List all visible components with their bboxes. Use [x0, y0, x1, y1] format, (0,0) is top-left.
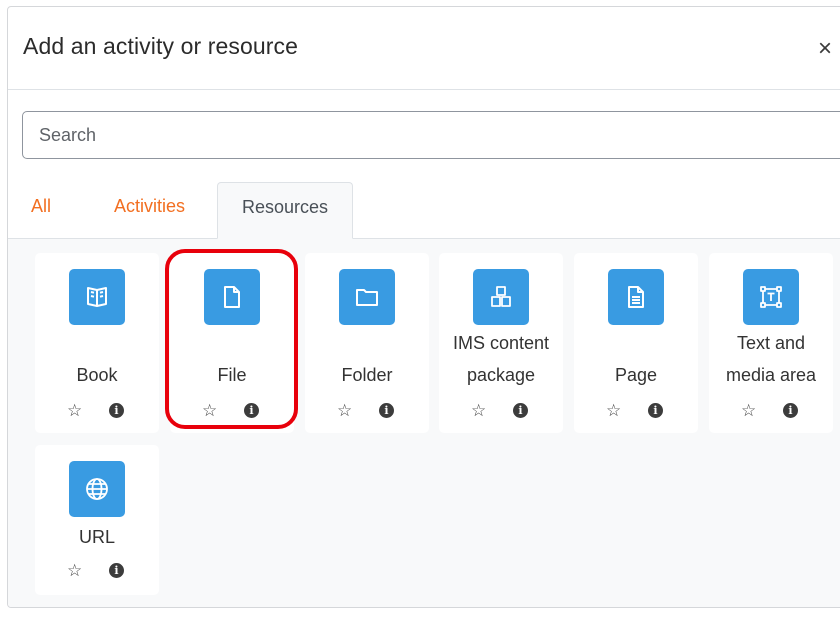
- info-icon[interactable]: i: [513, 403, 528, 418]
- activity-chooser-dialog: Add an activity or resource × All Activi…: [7, 6, 840, 608]
- star-icon[interactable]: ☆: [337, 401, 352, 421]
- resource-label: Folder: [341, 365, 393, 385]
- folder-icon: [339, 269, 395, 325]
- card-actions: ☆ i: [305, 401, 429, 421]
- star-icon[interactable]: ☆: [202, 401, 217, 421]
- resource-label-line2: media area: [725, 365, 817, 385]
- resource-card-ims-content-package[interactable]: IMS content package ☆ i: [439, 253, 563, 433]
- card-actions: ☆ i: [709, 401, 833, 421]
- resource-card-folder[interactable]: Folder ☆ i: [305, 253, 429, 433]
- close-button[interactable]: ×: [818, 37, 832, 61]
- resource-label-line1: IMS content: [452, 333, 550, 353]
- resource-card-url[interactable]: URL ☆ i: [35, 445, 159, 595]
- dialog-body: All Activities Resources Book ☆ i: [8, 90, 840, 607]
- search-input[interactable]: [22, 111, 840, 159]
- tab-bar: All Activities Resources: [8, 182, 840, 239]
- resource-label-line2: package: [466, 365, 536, 385]
- package-icon: [473, 269, 529, 325]
- tab-activities[interactable]: Activities: [114, 196, 185, 217]
- resource-label: URL: [78, 527, 115, 547]
- dialog-title: Add an activity or resource: [23, 33, 298, 59]
- resource-label: Page: [614, 365, 658, 385]
- resource-card-page[interactable]: Page ☆ i: [574, 253, 698, 433]
- text-media-icon: [743, 269, 799, 325]
- star-icon[interactable]: ☆: [67, 401, 82, 421]
- resource-card-file[interactable]: File ☆ i: [170, 253, 294, 433]
- info-icon[interactable]: i: [109, 403, 124, 418]
- info-icon[interactable]: i: [783, 403, 798, 418]
- star-icon[interactable]: ☆: [67, 561, 82, 581]
- info-icon[interactable]: i: [648, 403, 663, 418]
- star-icon[interactable]: ☆: [606, 401, 621, 421]
- info-icon[interactable]: i: [109, 563, 124, 578]
- tab-resources[interactable]: Resources: [217, 182, 353, 239]
- resource-card-text-and-media-area[interactable]: Text and media area ☆ i: [709, 253, 833, 433]
- card-actions: ☆ i: [439, 401, 563, 421]
- resource-label: File: [217, 365, 247, 385]
- card-actions: ☆ i: [574, 401, 698, 421]
- file-icon: [204, 269, 260, 325]
- card-actions: ☆ i: [35, 561, 159, 581]
- resource-label-line1: Text and: [736, 333, 806, 353]
- card-actions: ☆ i: [35, 401, 159, 421]
- resource-card-book[interactable]: Book ☆ i: [35, 253, 159, 433]
- globe-icon: [69, 461, 125, 517]
- star-icon[interactable]: ☆: [471, 401, 486, 421]
- page-icon: [608, 269, 664, 325]
- resource-grid: Book ☆ i File ☆ i Folder ☆ i IMS content…: [8, 239, 840, 607]
- dialog-header: Add an activity or resource ×: [8, 7, 840, 90]
- info-icon[interactable]: i: [379, 403, 394, 418]
- resource-label: Book: [76, 365, 118, 385]
- tab-all[interactable]: All: [31, 196, 51, 217]
- book-icon: [69, 269, 125, 325]
- card-actions: ☆ i: [170, 401, 294, 421]
- star-icon[interactable]: ☆: [741, 401, 756, 421]
- info-icon[interactable]: i: [244, 403, 259, 418]
